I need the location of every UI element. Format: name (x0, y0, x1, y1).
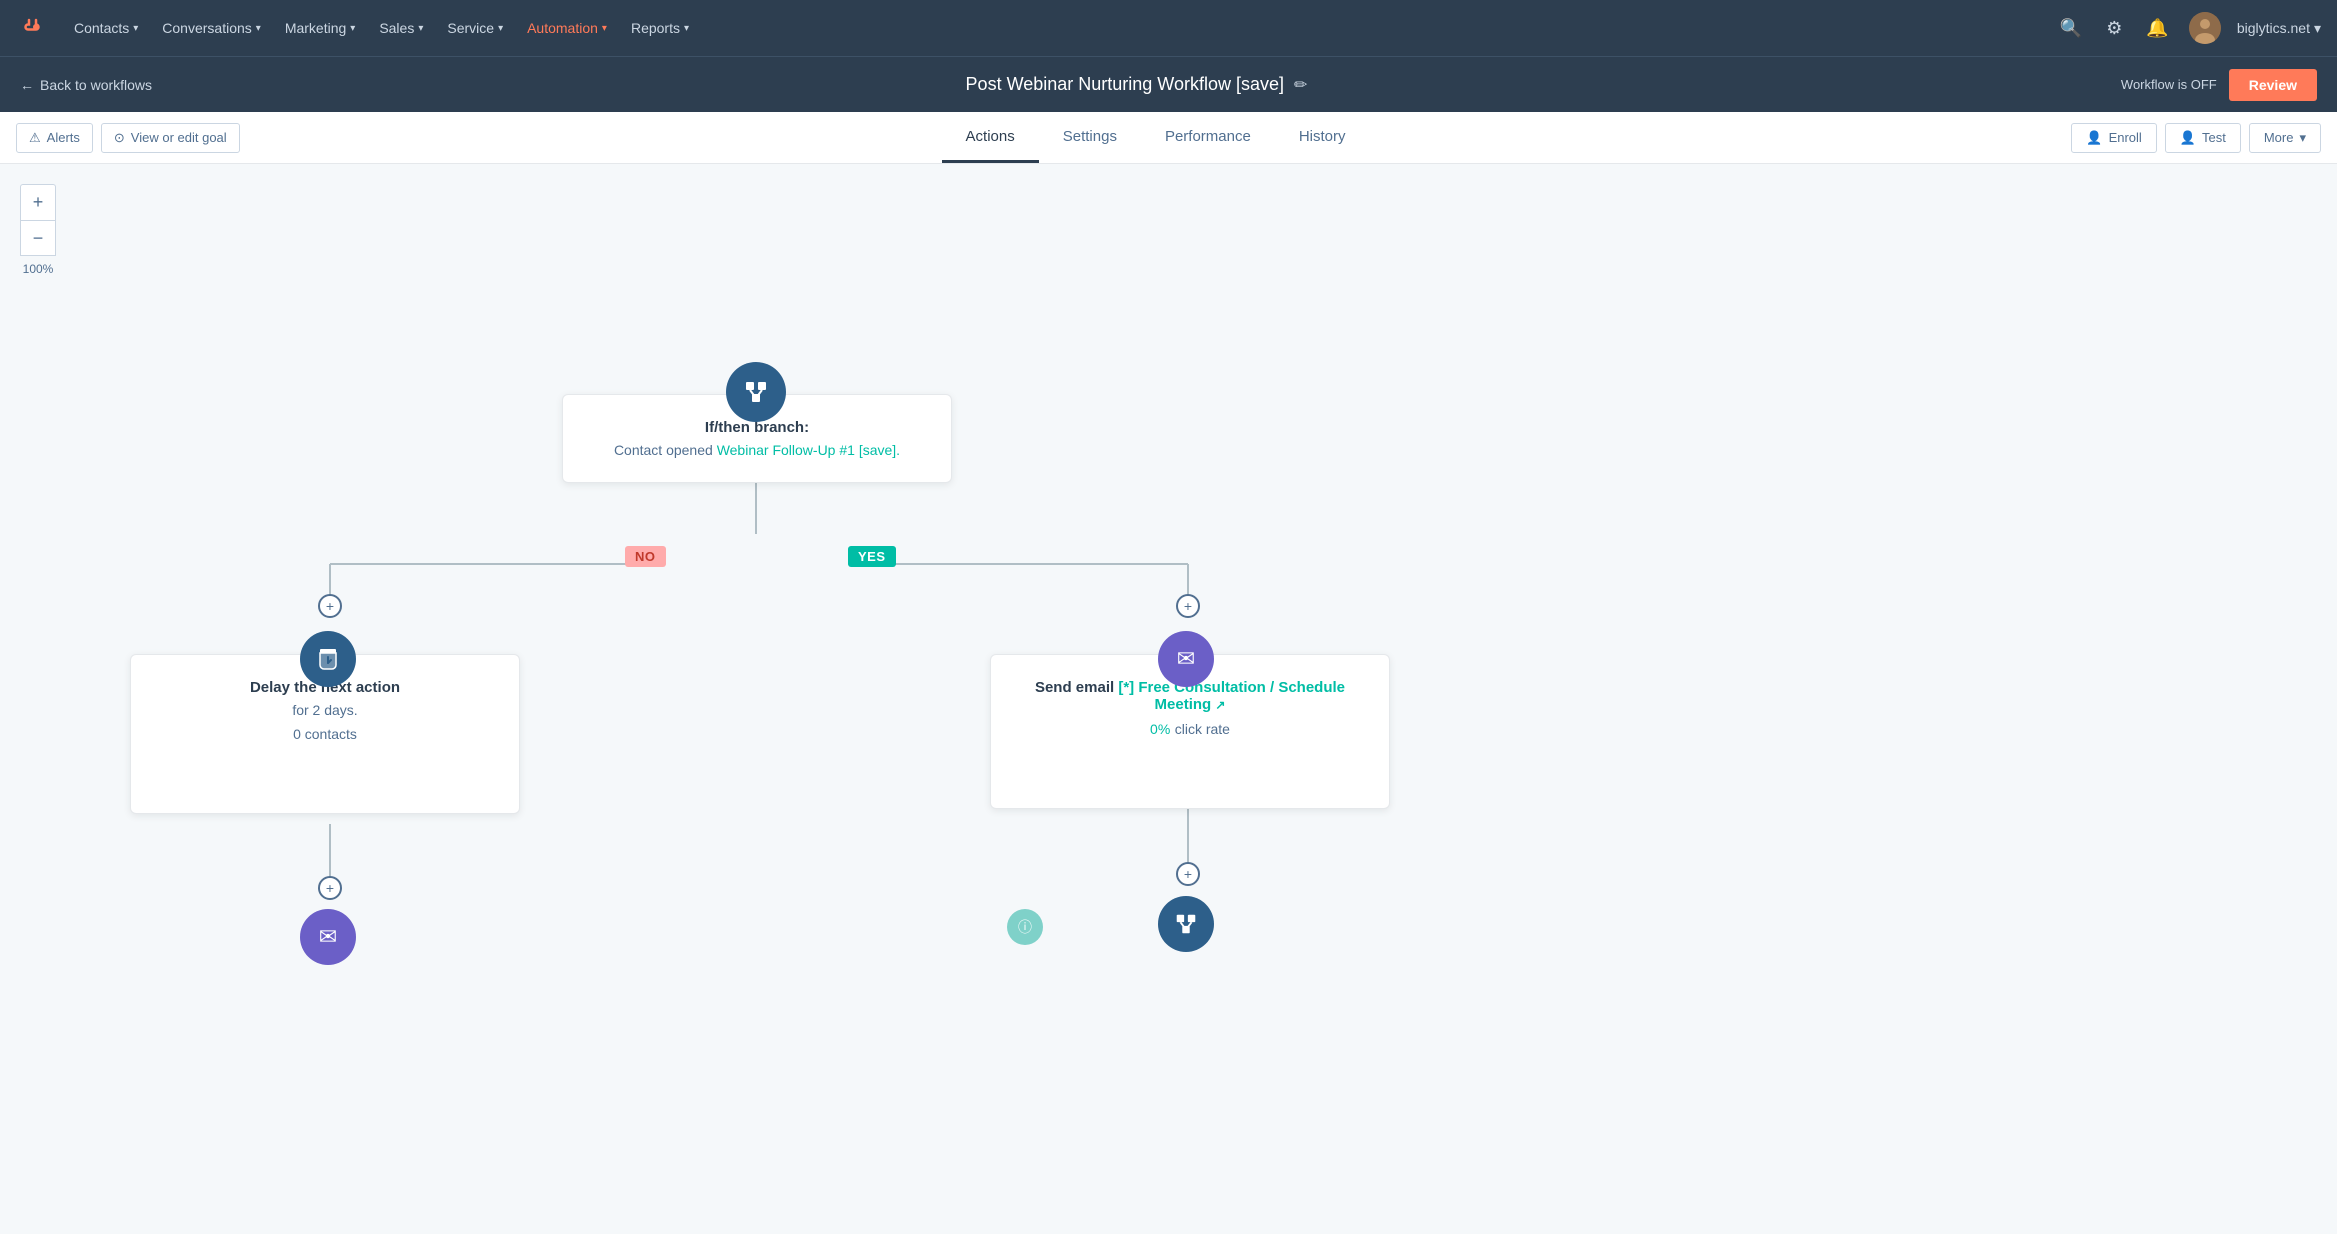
back-to-workflows-button[interactable]: ← Back to workflows (20, 77, 152, 93)
edit-title-icon[interactable]: ✏ (1294, 75, 1307, 95)
tab-performance[interactable]: Performance (1141, 112, 1275, 163)
add-before-delay-button[interactable]: + (318, 594, 342, 618)
zoom-controls: + − 100% (20, 184, 56, 276)
tab-actions[interactable]: Actions (942, 112, 1039, 163)
workflow-header: ← Back to workflows Post Webinar Nurturi… (0, 56, 2337, 112)
workflow-status: Workflow is OFF (2121, 77, 2217, 92)
nav-conversations[interactable]: Conversations▾ (152, 14, 271, 42)
review-button[interactable]: Review (2229, 69, 2317, 101)
bottom-email-icon[interactable]: ✉ (300, 909, 356, 965)
test-button[interactable]: 👤 Test (2165, 123, 2241, 153)
branch-node-icon[interactable] (726, 362, 786, 422)
search-icon[interactable]: 🔍 (2056, 14, 2086, 43)
nav-automation[interactable]: Automation▾ (517, 14, 617, 42)
email-rate: 0% click rate (1011, 721, 1369, 739)
add-before-email-button[interactable]: + (1176, 594, 1200, 618)
tab-bar: Actions Settings Performance History (240, 112, 2072, 163)
nav-sales[interactable]: Sales▾ (369, 14, 433, 42)
zoom-in-button[interactable]: + (20, 184, 56, 220)
bottom-branch-icon[interactable] (1158, 896, 1214, 952)
info-icon[interactable]: ⓘ (1007, 909, 1043, 945)
toolbar-left-buttons: ⚠ Alerts ⊙ View or edit goal (16, 123, 240, 153)
nav-service[interactable]: Service▾ (437, 14, 513, 42)
nav-marketing[interactable]: Marketing▾ (275, 14, 366, 42)
workflow-title: Post Webinar Nurturing Workflow [save] ✏ (152, 74, 2121, 95)
add-after-delay-button[interactable]: + (318, 876, 342, 900)
top-navigation: Contacts▾ Conversations▾ Marketing▾ Sale… (0, 0, 2337, 56)
zoom-out-button[interactable]: − (20, 220, 56, 256)
yes-branch-label: YES (848, 546, 896, 567)
back-arrow-icon: ← (20, 77, 34, 93)
action-toolbar: ⚠ Alerts ⊙ View or edit goal Actions Set… (0, 112, 2337, 164)
notifications-icon[interactable]: 🔔 (2142, 14, 2172, 43)
enroll-button[interactable]: 👤 Enroll (2071, 123, 2156, 153)
user-avatar[interactable] (2189, 12, 2221, 44)
add-after-email-button[interactable]: + (1176, 862, 1200, 886)
branch-link[interactable]: Webinar Follow-Up #1 [save]. (717, 442, 900, 458)
branch-desc: Contact opened (614, 442, 713, 458)
delay-duration: for 2 days. (151, 702, 499, 718)
external-link-icon: ↗ (1215, 698, 1225, 712)
send-email-node-icon[interactable]: ✉ (1158, 631, 1214, 687)
email-link[interactable]: [*] Free Consultation / Schedule Meeting (1118, 679, 1345, 713)
toolbar-right-buttons: 👤 Enroll 👤 Test More ▾ (2071, 123, 2321, 153)
nav-right-section: 🔍 ⚙ 🔔 biglytics.net ▾ (2056, 12, 2321, 44)
alert-icon: ⚠ (29, 130, 41, 146)
hubspot-logo[interactable] (16, 10, 48, 47)
goal-icon: ⊙ (114, 130, 125, 146)
zoom-level-display: 100% (20, 262, 56, 276)
settings-icon[interactable]: ⚙ (2102, 14, 2126, 43)
no-branch-label: NO (625, 546, 666, 567)
enroll-icon: 👤 (2086, 130, 2102, 146)
tab-history[interactable]: History (1275, 112, 1370, 163)
workflow-right-controls: Workflow is OFF Review (2121, 69, 2317, 101)
nav-reports[interactable]: Reports▾ (621, 14, 699, 42)
delay-node-icon[interactable] (300, 631, 356, 687)
view-edit-goal-button[interactable]: ⊙ View or edit goal (101, 123, 240, 153)
test-icon: 👤 (2180, 130, 2196, 146)
workflow-canvas: + − 100% If/then branch: Contact (0, 164, 2337, 1234)
chevron-down-icon: ▾ (2299, 130, 2306, 146)
alerts-button[interactable]: ⚠ Alerts (16, 123, 93, 153)
nav-contacts[interactable]: Contacts▾ (64, 14, 148, 42)
more-button[interactable]: More ▾ (2249, 123, 2321, 153)
account-selector[interactable]: biglytics.net ▾ (2237, 20, 2321, 37)
delay-contacts: 0 contacts (151, 726, 499, 742)
tab-settings[interactable]: Settings (1039, 112, 1141, 163)
